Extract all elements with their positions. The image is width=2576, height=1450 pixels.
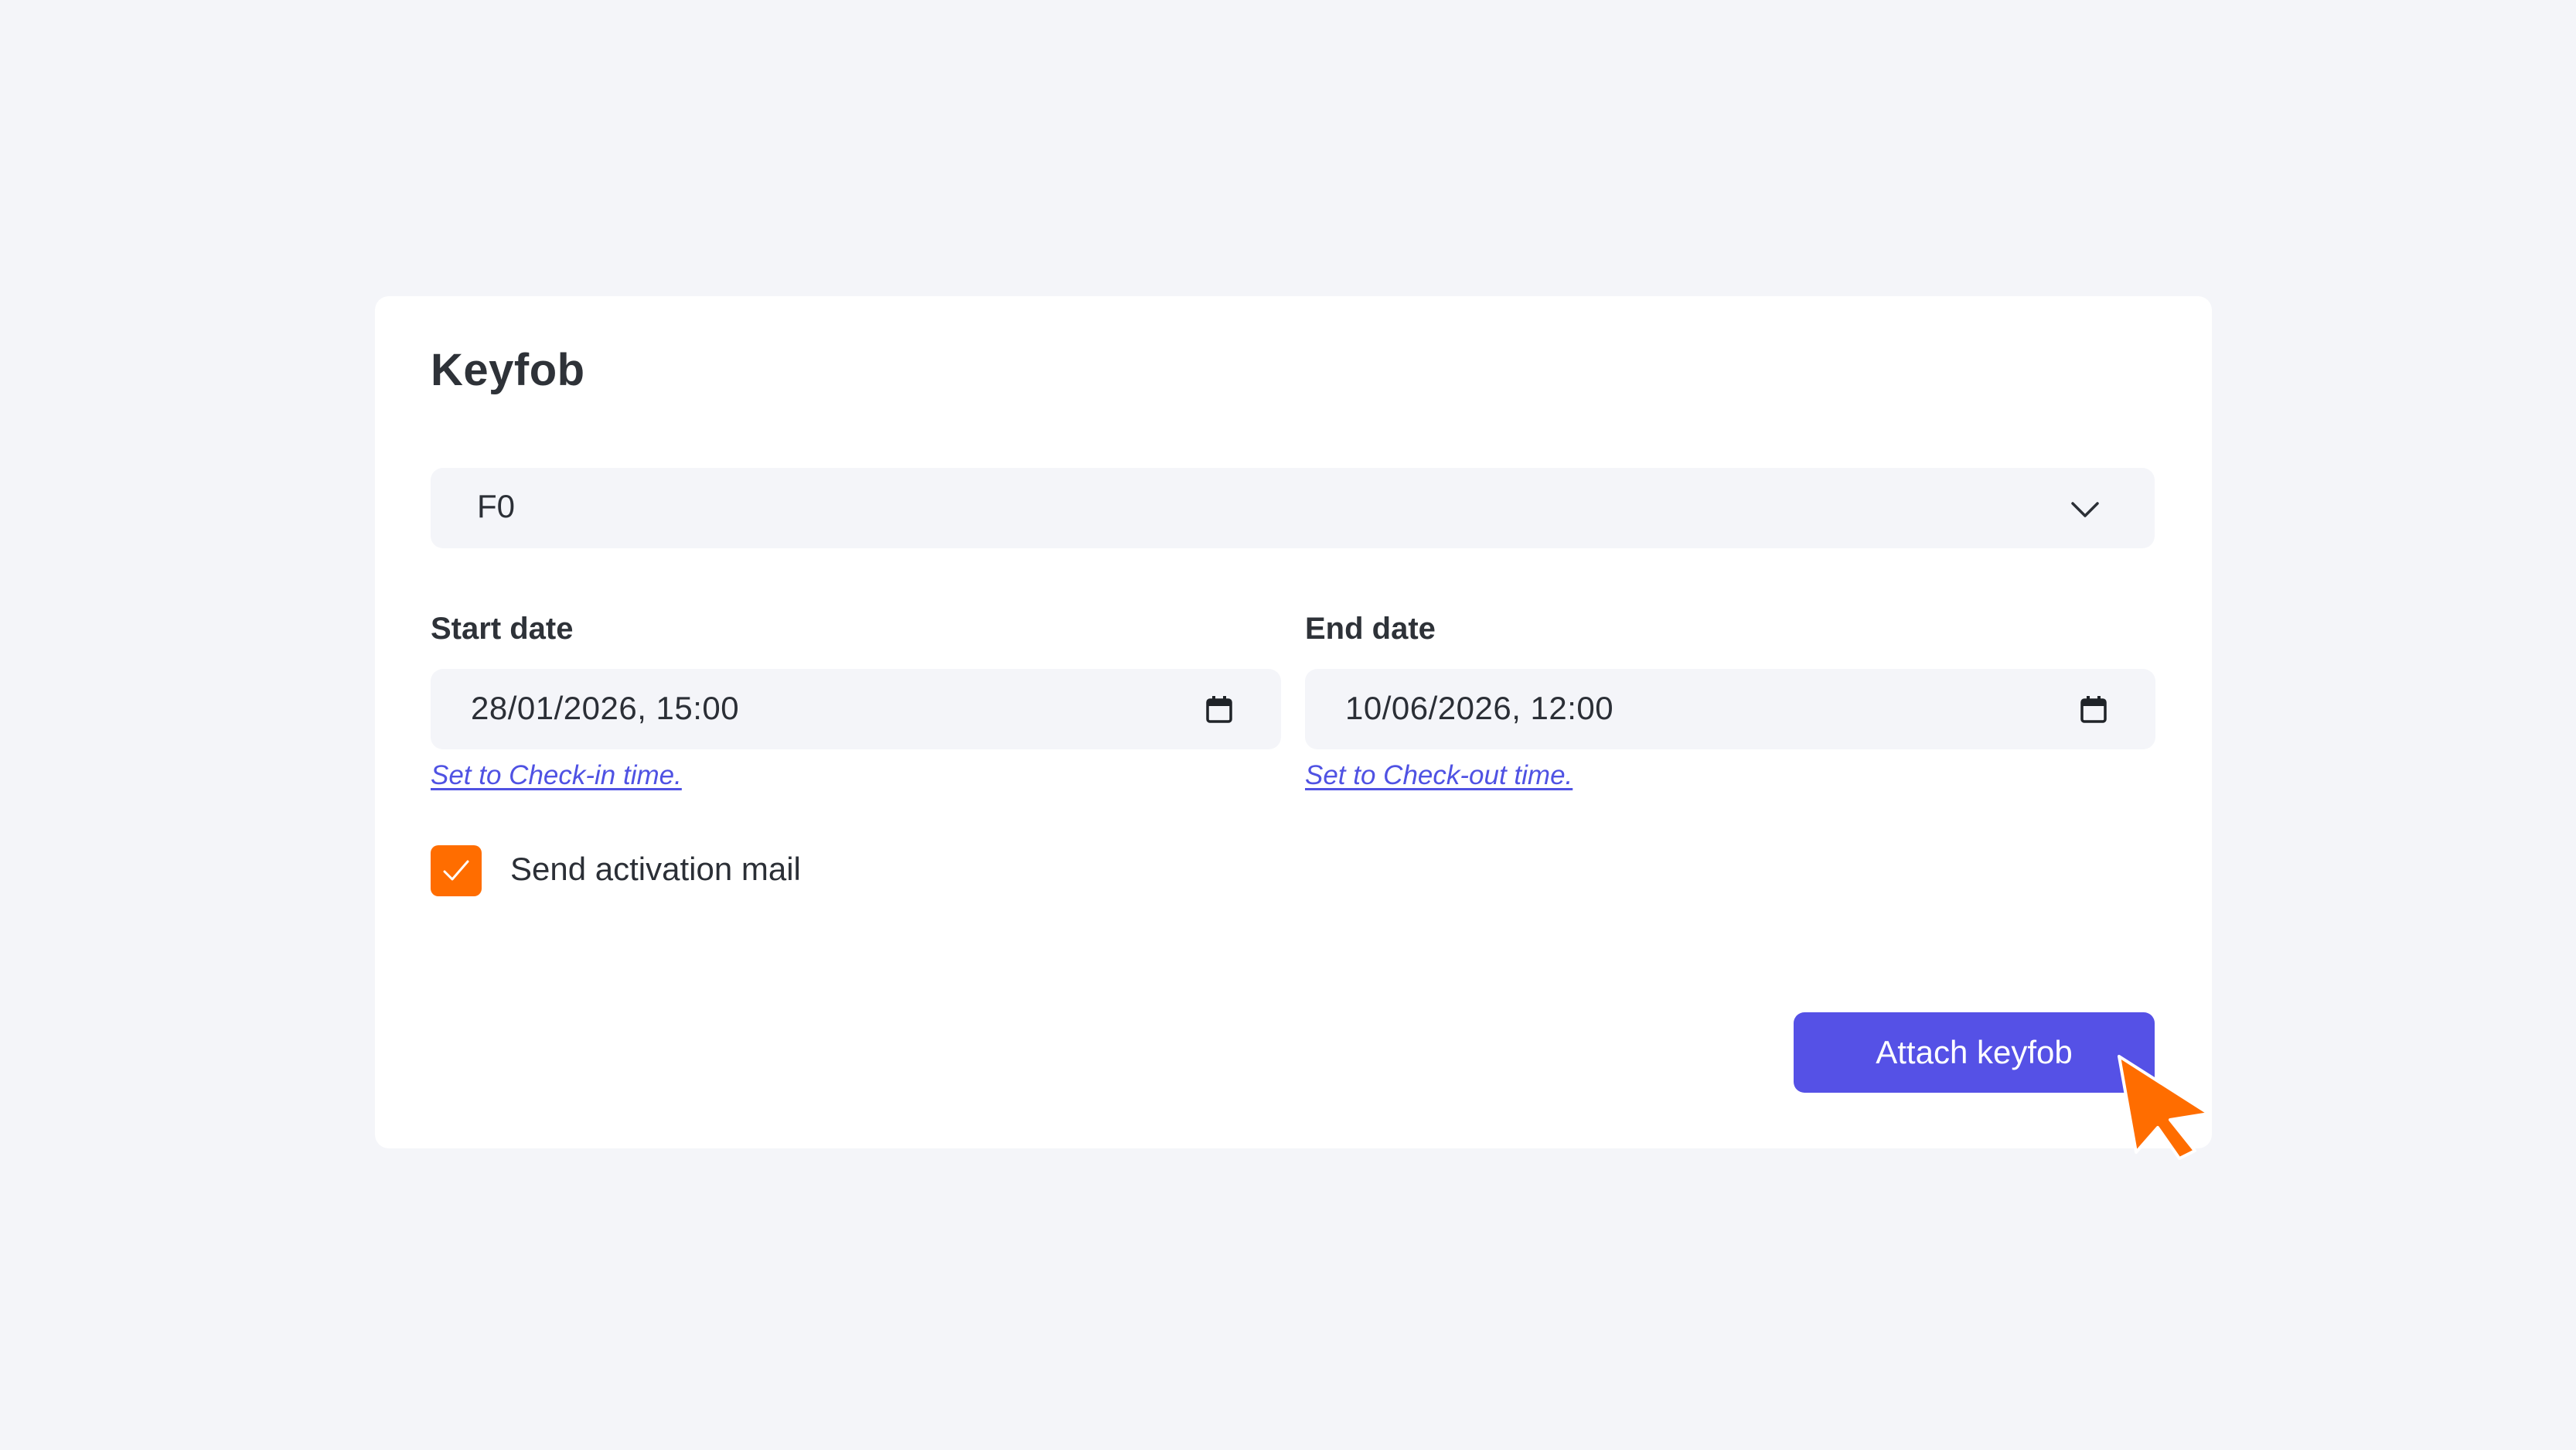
end-date-input[interactable]: 10/06/2026, 12:00 [1305,669,2155,749]
keyfob-select-value: F0 [477,488,516,524]
calendar-icon[interactable] [1204,694,1235,725]
send-activation-mail-label[interactable]: Send activation mail [510,851,801,888]
set-check-out-time-link[interactable]: Set to Check-out time. [1305,760,1573,791]
calendar-icon[interactable] [2078,694,2109,725]
set-check-in-time-link[interactable]: Set to Check-in time. [431,760,682,791]
mouse-pointer-icon [2118,1055,2210,1160]
card-title: Keyfob [431,345,585,395]
end-date-value: 10/06/2026, 12:00 [1345,690,1614,726]
keyfob-select[interactable]: F0 [431,468,2155,548]
end-date-label: End date [1305,612,1436,646]
start-date-input[interactable]: 28/01/2026, 15:00 [431,669,1281,749]
start-date-value: 28/01/2026, 15:00 [471,690,740,726]
start-date-label: Start date [431,612,574,646]
attach-keyfob-button[interactable]: Attach keyfob [1794,1012,2155,1093]
send-activation-mail-checkbox[interactable] [431,845,482,896]
keyfob-card: Keyfob F0 Start date 28/01/2026, 15:00 S… [375,296,2212,1148]
check-icon [443,860,469,881]
chevron-down-icon [2070,494,2101,525]
